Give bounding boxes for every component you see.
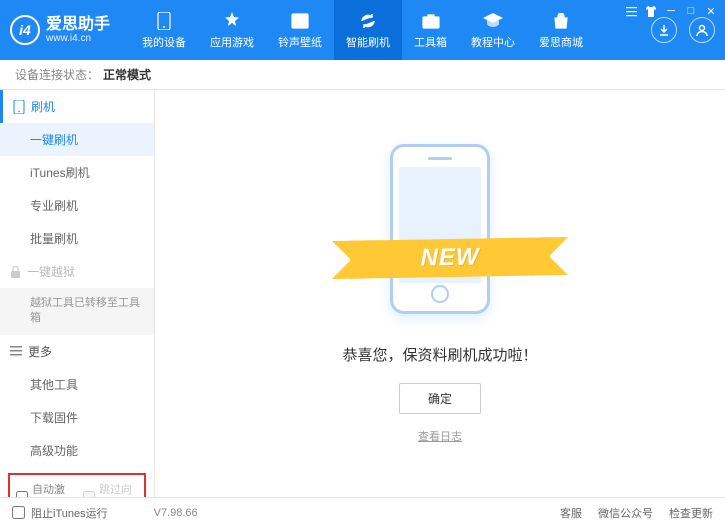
nav: 我的设备 应用游戏 铃声壁纸 智能刷机 工具箱 教程中心 爱思商城 <box>130 0 651 60</box>
footer: 阻止iTunes运行 V7.98.66 客服 微信公众号 检查更新 <box>0 497 725 527</box>
download-button[interactable] <box>651 17 677 43</box>
nav-tutorials[interactable]: 教程中心 <box>459 0 527 60</box>
nav-apps[interactable]: 应用游戏 <box>198 0 266 60</box>
ok-button[interactable]: 确定 <box>399 383 481 414</box>
sidebar-item-pro[interactable]: 专业刷机 <box>0 189 154 222</box>
logo-icon: i4 <box>10 15 40 45</box>
status-bar: 设备连接状态： 正常模式 <box>0 60 725 90</box>
nav-label: 我的设备 <box>142 34 186 50</box>
nav-label: 爱思商城 <box>539 34 583 50</box>
status-value: 正常模式 <box>103 66 151 83</box>
block-itunes-checkbox[interactable] <box>12 506 25 519</box>
sidebar: 刷机 一键刷机 iTunes刷机 专业刷机 批量刷机 一键越狱 越狱工具已转移至… <box>0 90 155 497</box>
sidebar-section-jailbreak: 一键越狱 <box>0 255 154 288</box>
sidebar-item-firmware[interactable]: 下载固件 <box>0 401 154 434</box>
menu-icon[interactable] <box>623 4 639 18</box>
footer-link-update[interactable]: 检查更新 <box>669 505 713 521</box>
tshirt-icon[interactable] <box>643 4 659 18</box>
sidebar-item-other[interactable]: 其他工具 <box>0 368 154 401</box>
nav-flash[interactable]: 智能刷机 <box>334 0 402 60</box>
maximize-icon[interactable]: □ <box>683 4 699 18</box>
close-icon[interactable]: ✕ <box>703 4 719 18</box>
auto-activate-checkbox[interactable]: 自动激活 <box>16 481 71 497</box>
lock-icon <box>10 266 21 278</box>
app-name: 爱思助手 <box>46 16 110 34</box>
success-message: 恭喜您，保资料刷机成功啦！ <box>342 344 537 365</box>
section-title: 更多 <box>28 343 52 360</box>
apps-icon <box>222 11 242 31</box>
graduation-icon <box>483 11 503 31</box>
sidebar-item-batch[interactable]: 批量刷机 <box>0 222 154 255</box>
version-label: V7.98.66 <box>154 507 198 519</box>
checkbox-area: 自动激活 跳过向导 <box>8 473 146 497</box>
section-title: 一键越狱 <box>27 263 75 280</box>
minimize-icon[interactable]: ─ <box>663 4 679 18</box>
logo: i4 爱思助手 www.i4.cn <box>10 15 110 45</box>
phone-icon <box>154 11 174 31</box>
header: ─ □ ✕ i4 爱思助手 www.i4.cn 我的设备 应用游戏 铃声壁纸 智… <box>0 0 725 60</box>
store-icon <box>551 11 571 31</box>
content: 刷机 一键刷机 iTunes刷机 专业刷机 批量刷机 一键越狱 越狱工具已转移至… <box>0 90 725 497</box>
sidebar-item-oneclick[interactable]: 一键刷机 <box>0 123 154 156</box>
main-area: NEW 恭喜您，保资料刷机成功啦！ 确定 查看日志 <box>155 90 725 497</box>
section-title: 刷机 <box>31 98 55 115</box>
toolbox-icon <box>421 11 441 31</box>
header-right <box>651 17 715 43</box>
success-graphic: NEW <box>340 144 540 324</box>
sidebar-item-itunes[interactable]: iTunes刷机 <box>0 156 154 189</box>
nav-store[interactable]: 爱思商城 <box>527 0 595 60</box>
footer-link-support[interactable]: 客服 <box>560 505 582 521</box>
view-log-link[interactable]: 查看日志 <box>418 428 462 444</box>
nav-ringtones[interactable]: 铃声壁纸 <box>266 0 334 60</box>
user-button[interactable] <box>689 17 715 43</box>
nav-label: 教程中心 <box>471 34 515 50</box>
status-label: 设备连接状态： <box>15 66 99 83</box>
sidebar-section-flash[interactable]: 刷机 <box>0 90 154 123</box>
window-controls: ─ □ ✕ <box>623 4 719 18</box>
sidebar-item-advanced[interactable]: 高级功能 <box>0 434 154 467</box>
nav-my-device[interactable]: 我的设备 <box>130 0 198 60</box>
footer-link-wechat[interactable]: 微信公众号 <box>598 505 653 521</box>
ribbon-text: NEW <box>421 243 480 272</box>
app-url: www.i4.cn <box>46 33 110 44</box>
nav-label: 工具箱 <box>414 34 447 50</box>
skip-guide-checkbox[interactable]: 跳过向导 <box>83 481 138 497</box>
image-icon <box>290 11 310 31</box>
nav-label: 铃声壁纸 <box>278 34 322 50</box>
list-icon <box>10 346 22 356</box>
nav-toolbox[interactable]: 工具箱 <box>402 0 459 60</box>
refresh-icon <box>358 11 378 31</box>
jailbreak-note: 越狱工具已转移至工具箱 <box>0 288 154 335</box>
nav-label: 应用游戏 <box>210 34 254 50</box>
block-itunes-label: 阻止iTunes运行 <box>31 505 108 521</box>
phone-icon <box>13 100 25 114</box>
sidebar-section-more[interactable]: 更多 <box>0 335 154 368</box>
nav-label: 智能刷机 <box>346 34 390 50</box>
